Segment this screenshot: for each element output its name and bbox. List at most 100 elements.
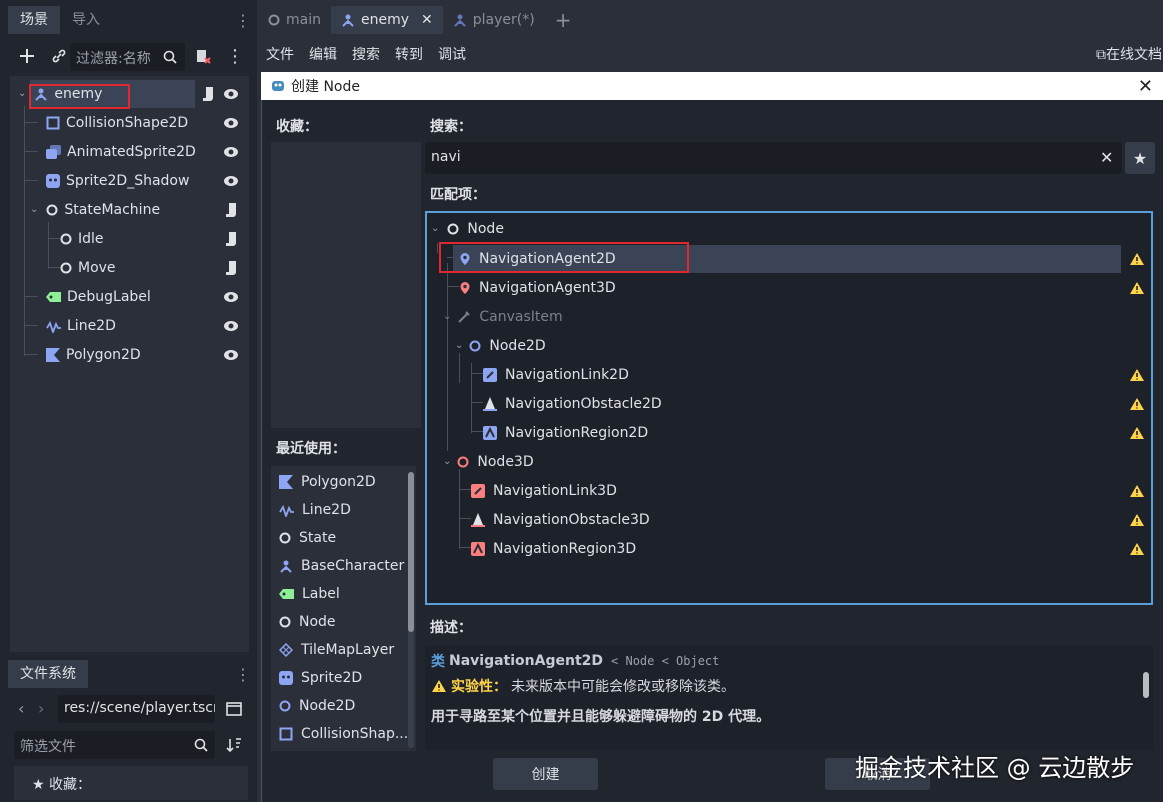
recent-item-collisionshape[interactable]: CollisionShap...: [279, 720, 408, 748]
fs-menu-icon[interactable]: ⋮: [235, 664, 251, 684]
forward-arrow-icon[interactable]: ›: [38, 699, 44, 718]
match-row-navigationobstacle2d[interactable]: NavigationObstacle2D: [483, 389, 662, 418]
tree-row-sprite2d-shadow[interactable]: Sprite2D_Shadow: [10, 166, 249, 195]
match-row-navigationobstacle3d[interactable]: NavigationObstacle3D: [471, 505, 650, 534]
match-row-navigationlink2d[interactable]: NavigationLink2D: [483, 360, 629, 389]
visibility-icon[interactable]: [223, 144, 239, 160]
visibility-icon[interactable]: [223, 115, 239, 131]
recent-item-label[interactable]: Label: [279, 580, 340, 608]
dialog-titlebar[interactable]: 创建 Node: [261, 72, 1163, 100]
recent-scrollbar[interactable]: [408, 472, 414, 748]
recent-item-label: Line2D: [302, 502, 351, 518]
tree-row-animatedsprite2d[interactable]: AnimatedSprite2D: [10, 137, 249, 166]
tree-row-line2d[interactable]: Line2D: [10, 311, 249, 340]
match-label: Node: [467, 220, 504, 237]
match-row-canvasitem[interactable]: ⌄ CanvasItem: [443, 302, 563, 331]
script-icon[interactable]: [223, 231, 239, 247]
recent-item-node[interactable]: Node: [279, 608, 336, 636]
chevron-down-icon[interactable]: ⌄: [443, 311, 451, 322]
chevron-down-icon[interactable]: ⌄: [455, 340, 463, 351]
instance-scene-button[interactable]: [46, 43, 72, 69]
match-row-navigationagent3d[interactable]: NavigationAgent3D: [459, 273, 616, 302]
tree-row-debuglabel[interactable]: DebugLabel: [10, 282, 249, 311]
visibility-icon[interactable]: [223, 86, 239, 102]
recent-item-basecharacter[interactable]: BaseCharacter: [279, 552, 404, 580]
match-label: NavigationObstacle2D: [505, 395, 662, 412]
visibility-icon[interactable]: [223, 173, 239, 189]
clear-icon[interactable]: ✕: [1100, 148, 1113, 167]
tree-row-move[interactable]: Move: [10, 253, 249, 282]
recent-item-line2d[interactable]: Line2D: [279, 496, 351, 524]
match-row-node[interactable]: ⌄ Node: [431, 214, 504, 243]
favorites-list[interactable]: [271, 142, 421, 428]
chevron-down-icon[interactable]: ⌄: [431, 223, 439, 234]
tree-row-collisionshape2d[interactable]: CollisionShape2D: [10, 108, 249, 137]
sort-icon[interactable]: [225, 736, 243, 754]
visibility-icon[interactable]: [223, 347, 239, 363]
desc-inherits[interactable]: < Node < Object: [611, 654, 719, 668]
menu-debug[interactable]: 调试: [438, 44, 466, 64]
watermark: 掘金技术社区 @ 云边散步: [855, 754, 1135, 782]
visibility-icon[interactable]: [223, 318, 239, 334]
match-row-node3d[interactable]: ⌄ Node3D: [443, 447, 534, 476]
online-docs-link[interactable]: ⧉在线文档: [1096, 44, 1163, 64]
recent-item-node2d[interactable]: Node2D: [279, 692, 355, 720]
tab-filesystem[interactable]: 文件系统: [8, 660, 88, 688]
node2d-circle-icon: [469, 340, 481, 351]
tab-import[interactable]: 导入: [60, 6, 112, 34]
tree-row-polygon2d[interactable]: Polygon2D: [10, 340, 249, 369]
fs-filter-input[interactable]: 筛选文件: [14, 731, 215, 759]
tab-player[interactable]: player(*): [443, 6, 545, 34]
fs-path-text: res://scene/player.tscn: [64, 700, 215, 716]
script-icon[interactable]: [223, 202, 239, 218]
tree-row-statemachine[interactable]: ⌄ StateMachine: [10, 195, 249, 224]
chevron-down-icon[interactable]: ⌄: [443, 456, 451, 467]
tab-main[interactable]: main: [258, 6, 331, 34]
matches-label: 匹配项：: [430, 187, 486, 203]
menu-goto[interactable]: 转到: [395, 44, 423, 64]
recent-scrollbar-thumb[interactable]: [408, 472, 414, 632]
chevron-down-icon[interactable]: ⌄: [30, 204, 38, 215]
dock-menu-icon[interactable]: ⋮: [235, 10, 251, 30]
desc-text: 用于寻路至某个位置并且能够躲避障碍物的 2D 代理。: [431, 709, 771, 725]
desc-class-prefix: 类: [431, 654, 445, 670]
scene-more-icon[interactable]: ⋮: [222, 43, 248, 69]
menu-edit[interactable]: 编辑: [309, 44, 337, 64]
character-icon: [454, 14, 466, 27]
tab-scene[interactable]: 场景: [8, 6, 60, 34]
tree-row-idle[interactable]: Idle: [10, 224, 249, 253]
recent-item-label: State: [299, 530, 337, 546]
tab-enemy[interactable]: enemy ✕: [330, 6, 443, 34]
recent-item-sprite2d[interactable]: Sprite2D: [279, 664, 362, 692]
node-search-input[interactable]: navi: [425, 142, 1122, 174]
description-scrollbar-thumb[interactable]: [1143, 672, 1149, 698]
favorite-star-button[interactable]: ★: [1125, 142, 1155, 174]
script-icon[interactable]: [201, 86, 215, 102]
tree-row-enemy[interactable]: ⌄ enemy: [10, 79, 249, 108]
recent-item-tilemaplayer[interactable]: TileMapLayer: [279, 636, 394, 664]
match-row-navigationregion3d[interactable]: NavigationRegion3D: [471, 534, 636, 563]
match-row-navigationagent2d[interactable]: NavigationAgent2D: [459, 244, 616, 273]
create-button[interactable]: 创建: [493, 758, 598, 790]
recent-item-polygon2d[interactable]: Polygon2D: [279, 468, 376, 496]
back-arrow-icon[interactable]: ‹: [18, 699, 24, 718]
visibility-icon[interactable]: [223, 289, 239, 305]
fs-path-input[interactable]: res://scene/player.tscn: [58, 695, 215, 723]
tree-label: enemy: [54, 85, 103, 102]
menu-file[interactable]: 文件: [266, 44, 294, 64]
close-icon[interactable]: ✕: [421, 6, 433, 34]
match-row-node2d[interactable]: ⌄ Node2D: [455, 331, 546, 360]
recent-item-state[interactable]: State: [279, 524, 336, 552]
fs-favorites[interactable]: ★ 收藏：: [14, 766, 248, 800]
add-tab-button[interactable]: +: [545, 6, 582, 34]
menu-search[interactable]: 搜索: [352, 44, 380, 64]
search-icon: [193, 737, 209, 753]
chevron-down-icon[interactable]: ⌄: [18, 88, 26, 99]
add-node-button[interactable]: [14, 43, 40, 69]
match-row-navigationlink3d[interactable]: NavigationLink3D: [471, 476, 617, 505]
detach-script-button[interactable]: [190, 43, 216, 69]
toggle-split-icon[interactable]: [225, 700, 243, 718]
match-row-navigationregion2d[interactable]: NavigationRegion2D: [483, 418, 648, 447]
script-icon[interactable]: [223, 260, 239, 276]
close-icon[interactable]: ✕: [1138, 76, 1153, 97]
